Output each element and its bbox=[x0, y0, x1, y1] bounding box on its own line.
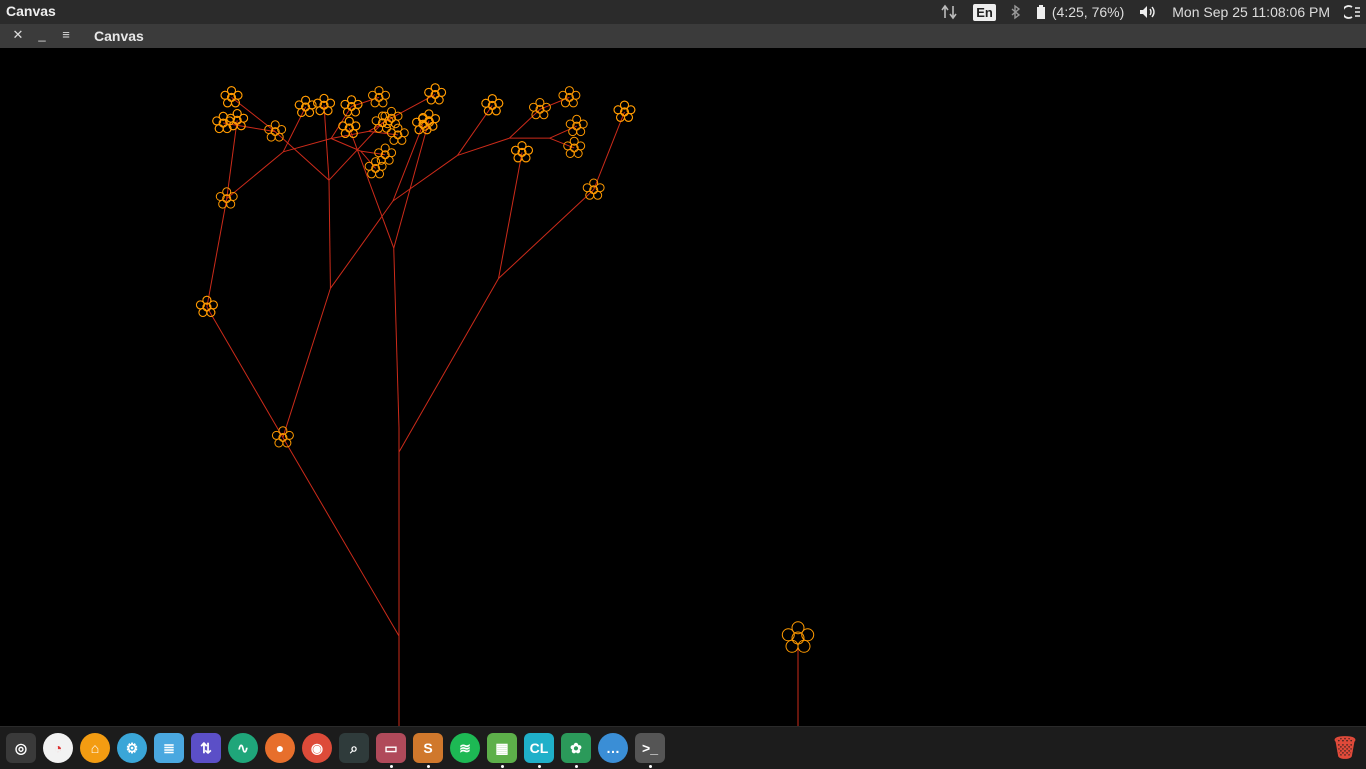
tree-branch bbox=[330, 201, 392, 288]
flower-petal bbox=[586, 191, 594, 199]
flower-petal bbox=[492, 107, 500, 115]
flower-petal bbox=[215, 125, 223, 133]
tree-branch bbox=[232, 97, 276, 131]
flower-petal bbox=[275, 439, 283, 447]
window-title: Canvas bbox=[94, 28, 144, 44]
minimize-window-button[interactable]: _ bbox=[34, 27, 50, 45]
bluetooth-icon[interactable] bbox=[1010, 4, 1022, 20]
tree-branch bbox=[393, 155, 458, 201]
flower-petal bbox=[227, 200, 235, 208]
flower-petal bbox=[532, 111, 540, 119]
flower-petal bbox=[306, 109, 314, 117]
flower-petal bbox=[368, 170, 376, 178]
flower-petal bbox=[786, 640, 798, 652]
tree-branch bbox=[207, 199, 227, 307]
spotify-icon[interactable]: ≋ bbox=[450, 733, 480, 763]
system-monitor-icon[interactable]: ∿ bbox=[228, 733, 258, 763]
top-panel: Canvas En (4:25, 76%) Mon Sep 25 11:08:0… bbox=[0, 0, 1366, 24]
tree-branch bbox=[329, 180, 330, 288]
more-apps-icon[interactable]: … bbox=[598, 733, 628, 763]
flower-petal bbox=[617, 113, 625, 121]
flower-petal bbox=[625, 113, 633, 121]
flower-petal bbox=[594, 191, 602, 199]
flower-petal bbox=[283, 439, 291, 447]
flower-petal bbox=[435, 96, 443, 104]
flower-petal bbox=[522, 154, 530, 162]
settings-icon[interactable]: ⚙ bbox=[117, 733, 147, 763]
launcher-icon[interactable]: ◎ bbox=[6, 733, 36, 763]
flower-petal bbox=[376, 170, 384, 178]
tree-branch bbox=[324, 105, 329, 180]
flower-petal bbox=[798, 640, 810, 652]
active-app-title[interactable]: Canvas bbox=[6, 3, 56, 19]
trash-icon[interactable]: 🗑 bbox=[1330, 733, 1360, 763]
tree-branch bbox=[207, 307, 283, 438]
volume-icon[interactable] bbox=[1138, 4, 1158, 20]
flower-petal bbox=[566, 150, 574, 158]
flower-petal bbox=[352, 108, 360, 116]
flower-petal bbox=[199, 309, 207, 317]
flower-petal bbox=[316, 107, 324, 115]
drawing-canvas[interactable] bbox=[0, 48, 1366, 726]
flower-petal bbox=[574, 150, 582, 158]
window-titlebar: ✕ _ ≡ Canvas bbox=[0, 24, 1366, 48]
sublime-text-icon[interactable]: S bbox=[413, 733, 443, 763]
session-menu-icon[interactable] bbox=[1344, 4, 1362, 20]
flower-petal bbox=[427, 96, 435, 104]
screenshot-icon[interactable]: ⌕ bbox=[339, 733, 369, 763]
close-window-button[interactable]: ✕ bbox=[10, 27, 26, 45]
flower-petal bbox=[569, 99, 577, 107]
keyboard-layout-indicator[interactable]: En bbox=[973, 4, 996, 21]
battery-icon[interactable] bbox=[1036, 4, 1046, 20]
firefox-icon[interactable]: ● bbox=[265, 733, 295, 763]
tree-branch bbox=[594, 112, 625, 190]
network-icon[interactable]: ⇅ bbox=[191, 733, 221, 763]
flower-petal bbox=[324, 107, 332, 115]
flower-petal bbox=[207, 309, 215, 317]
network-indicator-icon[interactable] bbox=[941, 4, 959, 20]
tree-branch bbox=[227, 152, 283, 199]
ubuntu-software-icon[interactable]: ⌂ bbox=[80, 733, 110, 763]
clion-icon[interactable]: CL bbox=[524, 733, 554, 763]
flower-petal bbox=[385, 156, 393, 164]
tree-branch bbox=[509, 109, 540, 138]
indicator-area: En (4:25, 76%) Mon Sep 25 11:08:06 PM bbox=[927, 0, 1366, 24]
image-viewer-icon[interactable]: ▦ bbox=[487, 733, 517, 763]
fractal-tree-drawing bbox=[0, 48, 1366, 726]
flower-petal bbox=[569, 128, 577, 136]
flower-petal bbox=[377, 156, 385, 164]
terminal-icon[interactable]: >_ bbox=[635, 733, 665, 763]
game-icon[interactable]: ✿ bbox=[561, 733, 591, 763]
flower-petal bbox=[561, 99, 569, 107]
dock: ◎◔⌂⚙≣⇅∿●◉⌕▭S≋▦CL✿…>_ 🗑 bbox=[0, 726, 1366, 769]
tree-branch bbox=[394, 248, 399, 428]
chrome-icon[interactable]: ◉ bbox=[302, 733, 332, 763]
flower-petal bbox=[267, 133, 275, 141]
flower-petal bbox=[577, 128, 585, 136]
flower-petal bbox=[371, 99, 379, 107]
flower-petal bbox=[390, 136, 398, 144]
window-menu-button[interactable]: ≡ bbox=[58, 27, 74, 45]
tree-branch bbox=[393, 124, 423, 201]
tree-branch bbox=[283, 288, 331, 437]
tree-branch bbox=[283, 107, 305, 152]
tree-branch bbox=[457, 138, 509, 155]
tree-branch bbox=[331, 139, 361, 152]
flower-petal bbox=[415, 126, 423, 134]
files-icon[interactable]: ▭ bbox=[376, 733, 406, 763]
flower-petal bbox=[398, 136, 406, 144]
tree-branch bbox=[283, 437, 399, 636]
tree-branch bbox=[399, 279, 499, 452]
flower-petal bbox=[224, 99, 232, 107]
battery-status[interactable]: (4:25, 76%) bbox=[1052, 4, 1124, 20]
disk-usage-icon[interactable]: ◔ bbox=[43, 733, 73, 763]
clock[interactable]: Mon Sep 25 11:08:06 PM bbox=[1172, 4, 1330, 20]
text-editor-icon[interactable]: ≣ bbox=[154, 733, 184, 763]
tree-branch bbox=[457, 105, 492, 155]
flower-petal bbox=[540, 111, 548, 119]
flower-petal bbox=[379, 99, 387, 107]
